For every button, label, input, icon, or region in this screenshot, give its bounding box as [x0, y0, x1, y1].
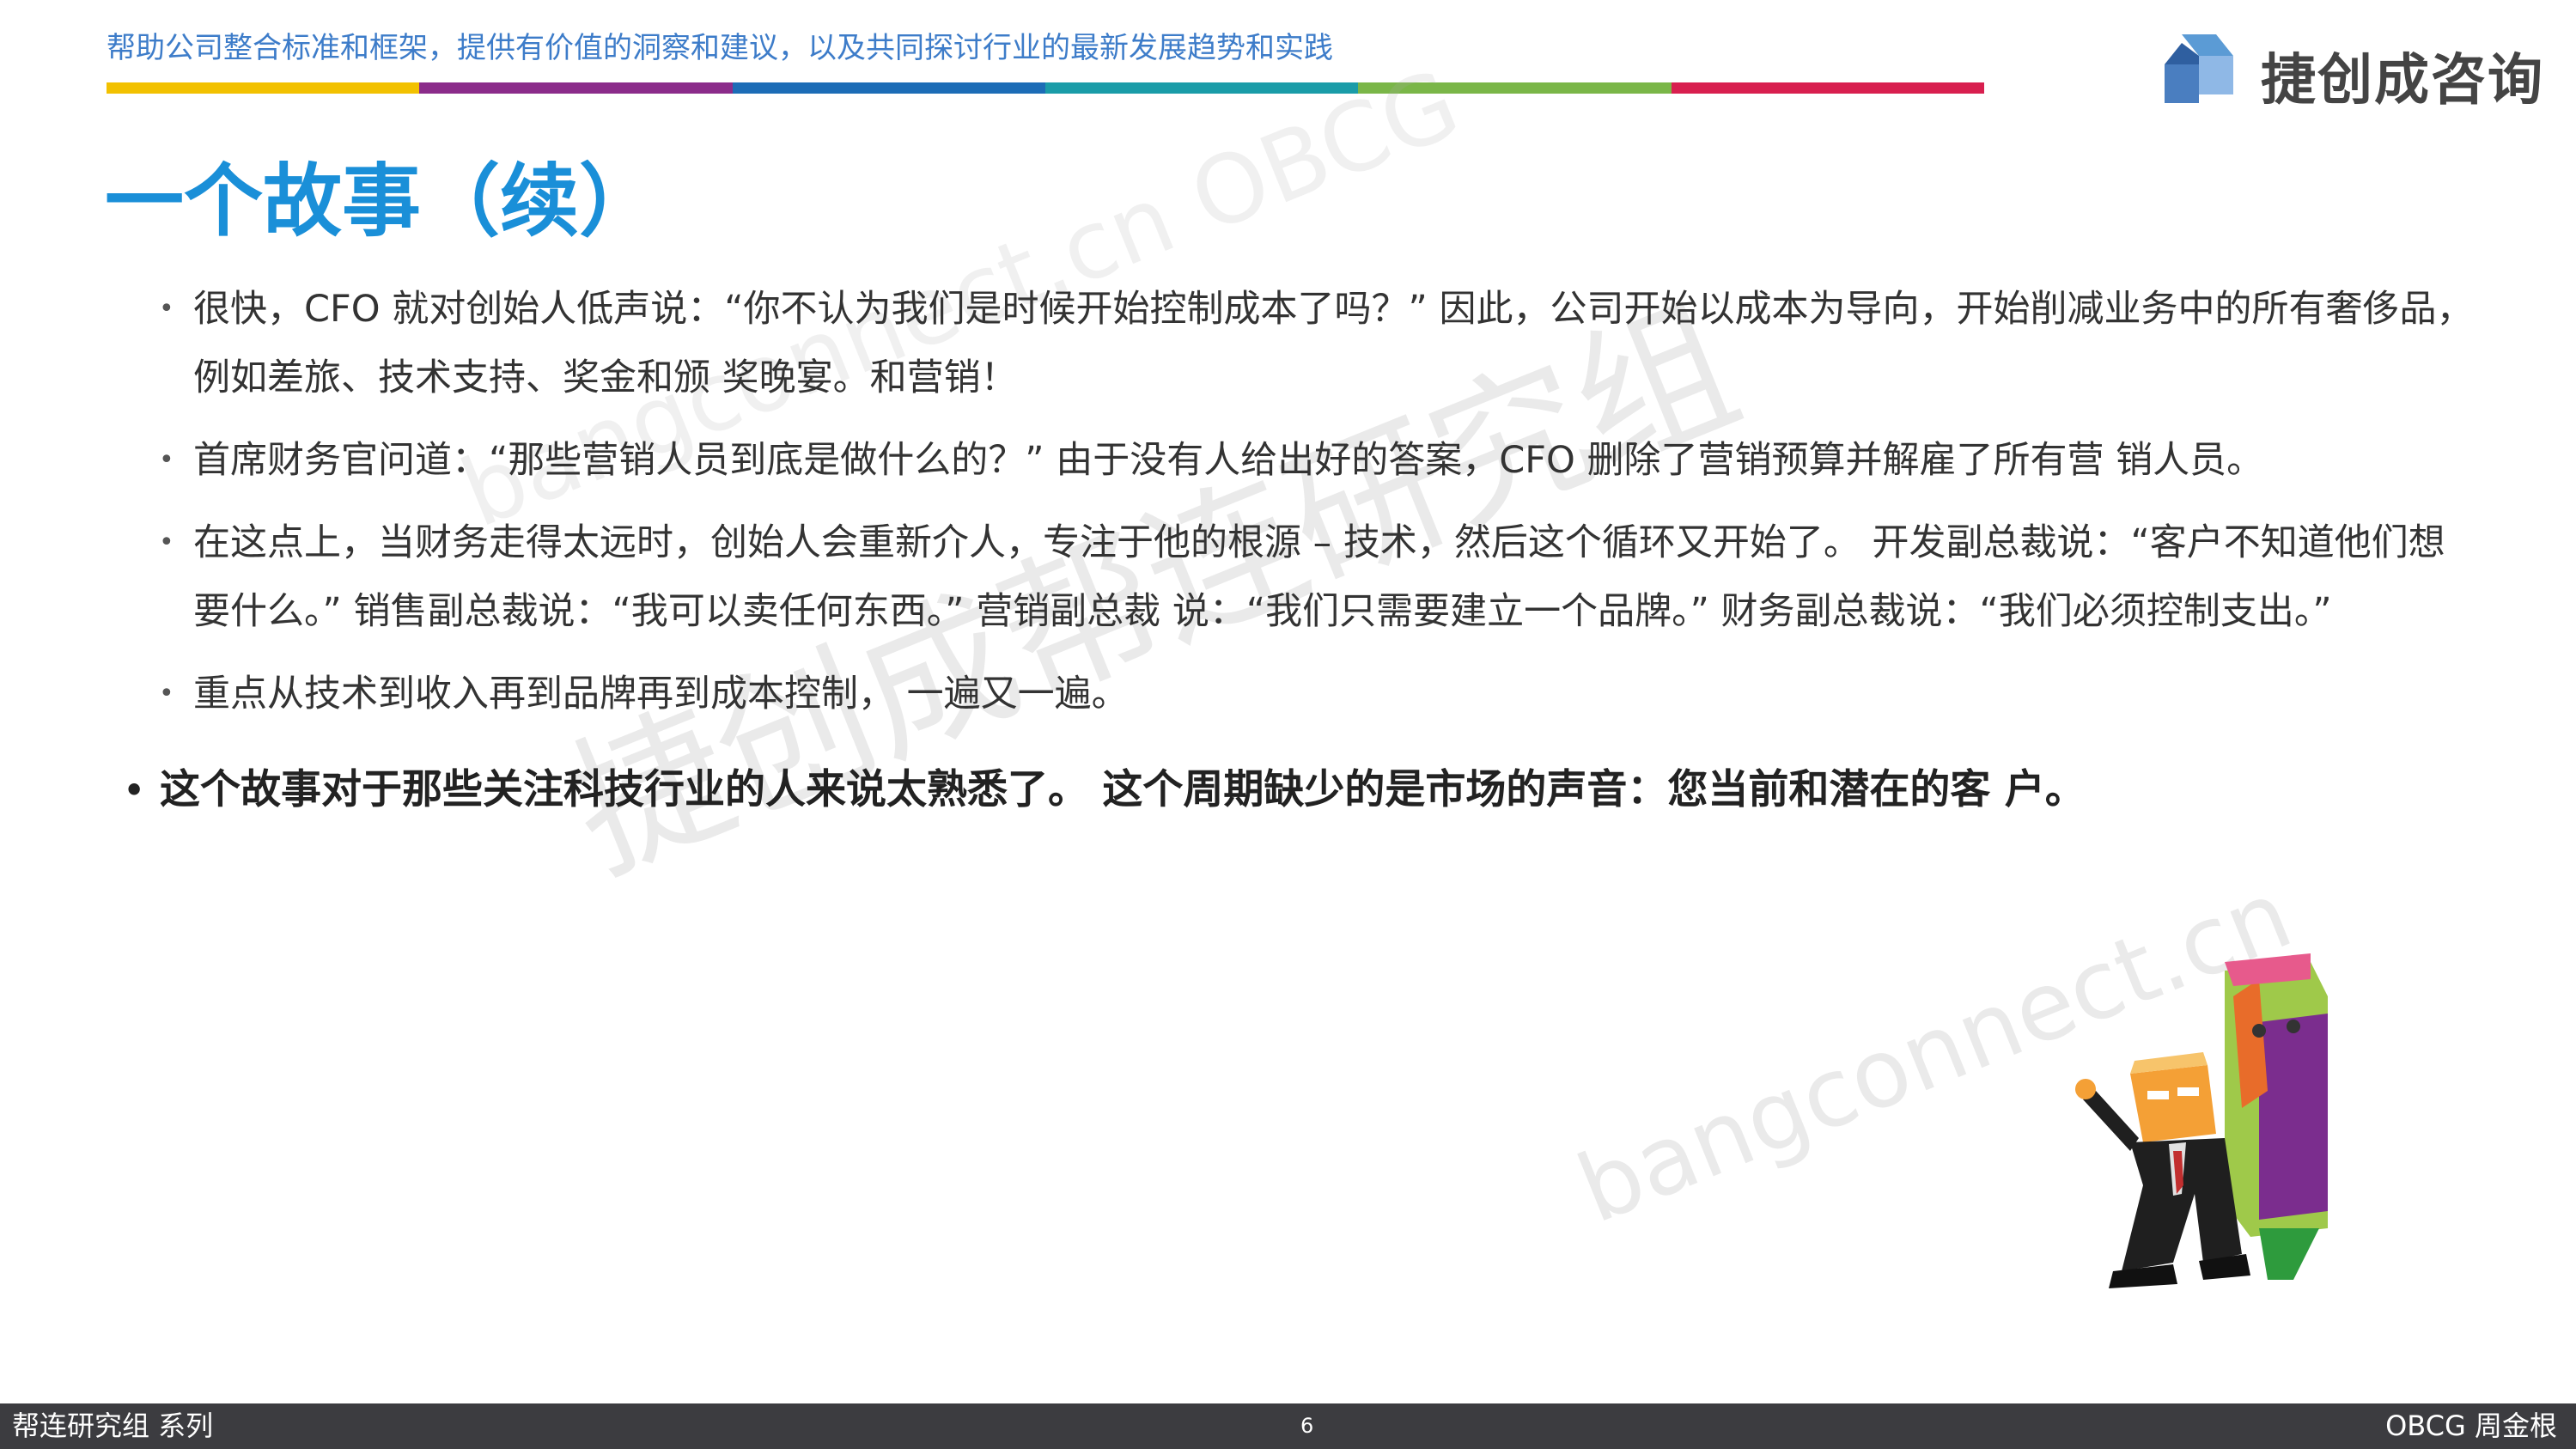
footer-series-label: 帮连研究组 系列 — [12, 1409, 214, 1442]
color-bar-segment — [419, 82, 733, 94]
color-bar-segment — [1671, 82, 1984, 94]
list-item: 重点从技术到收入再到品牌再到成本控制， 一遍又一遍。 — [155, 660, 2474, 728]
page-number: 6 — [1300, 1414, 1314, 1438]
color-bar-segment — [1044, 82, 1359, 94]
list-item: 首席财务官问道：“那些营销人员到底是做什么的？” 由于没有人给出好的答案，CFO… — [155, 426, 2474, 495]
color-bar-segment — [1358, 82, 1672, 94]
key-takeaway: 这个故事对于那些关注科技行业的人来说太熟悉了。 这个周期缺少的是市场的声音：您当… — [120, 756, 2479, 825]
footer-author: OBCG 周金根 — [2385, 1409, 2557, 1442]
company-logo: 捷创成咨询 — [2147, 26, 2543, 120]
header-color-bar — [107, 82, 1984, 94]
color-bar-segment — [732, 82, 1045, 94]
list-item: 很快，CFO 就对创始人低声说：“你不认为我们是时候开始控制成本了吗？” 因此，… — [155, 275, 2474, 412]
footer-bar: 帮连研究组 系列 6 OBCG 周金根 — [0, 1403, 2576, 1449]
businessman-illustration — [2075, 953, 2328, 1288]
list-item: 在这点上，当财务走得太远时，创始人会重新介人，专注于他的根源 – 技术，然后这个… — [155, 508, 2474, 646]
cube-logo-icon — [2165, 34, 2233, 103]
page-title: 一个故事（续） — [105, 155, 659, 247]
color-bar-segment — [107, 82, 420, 94]
bullet-list: 很快，CFO 就对创始人低声说：“你不认为我们是时候开始控制成本了吗？” 因此，… — [155, 275, 2474, 742]
logo-text: 捷创成咨询 — [2261, 49, 2544, 113]
header-tagline: 帮助公司整合标准和框架，提供有价值的洞察和建议，以及共同探讨行业的最新发展趋势和… — [107, 31, 1333, 65]
